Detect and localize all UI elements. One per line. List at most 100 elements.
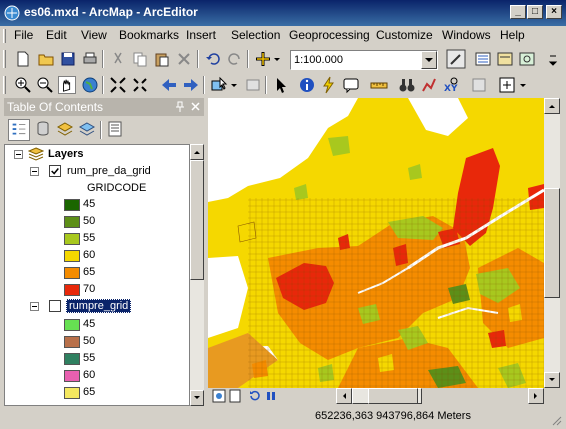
- map-display[interactable]: [208, 98, 544, 388]
- select-elements-arrow-icon[interactable]: [272, 76, 290, 94]
- redo-icon[interactable]: [226, 50, 244, 68]
- scroll-down-button[interactable]: [544, 372, 560, 388]
- menu-geoprocessing[interactable]: Geoprocessing: [289, 28, 370, 42]
- legend-swatch: [64, 387, 80, 399]
- map-vertical-scrollbar[interactable]: [544, 98, 560, 388]
- paste-icon[interactable]: [153, 50, 171, 68]
- zoom-in-icon[interactable]: [14, 76, 32, 94]
- menu-customize[interactable]: Customize: [376, 28, 433, 42]
- svg-text:XY: XY: [444, 84, 458, 94]
- clear-selection-icon[interactable]: [244, 76, 262, 94]
- scroll-down-button[interactable]: [190, 390, 204, 406]
- layer-name-rum-pre-da-grid[interactable]: rum_pre_da_grid: [67, 165, 151, 177]
- toolbar-grip[interactable]: [3, 50, 6, 68]
- toolbar-separator: [265, 76, 267, 94]
- scroll-right-button[interactable]: [528, 388, 544, 404]
- menu-file[interactable]: File: [14, 28, 33, 42]
- full-extent-globe-icon[interactable]: [81, 76, 99, 94]
- measure-ruler-icon[interactable]: [370, 76, 388, 94]
- zoom-out-icon[interactable]: [36, 76, 54, 94]
- refresh-icon[interactable]: [248, 389, 262, 403]
- find-route-icon[interactable]: [420, 76, 438, 94]
- collapse-layer-toggle[interactable]: [30, 302, 39, 311]
- scroll-up-button[interactable]: [190, 144, 204, 160]
- legend-label: 50: [83, 215, 96, 227]
- fixed-zoom-out-icon[interactable]: [131, 76, 149, 94]
- close-button[interactable]: ×: [546, 5, 562, 19]
- new-document-icon[interactable]: [14, 50, 32, 68]
- catalog-window-icon[interactable]: [496, 50, 514, 68]
- menu-view[interactable]: View: [81, 28, 107, 42]
- pause-drawing-icon[interactable]: [264, 389, 278, 403]
- go-to-xy-icon[interactable]: XY: [442, 76, 460, 94]
- menu-insert[interactable]: Insert: [186, 28, 216, 42]
- collapse-layer-toggle[interactable]: [30, 167, 39, 176]
- scroll-thumb[interactable]: [190, 160, 204, 280]
- resize-grip-icon[interactable]: [550, 414, 562, 426]
- scroll-up-button[interactable]: [544, 98, 560, 114]
- list-by-drawing-order-icon[interactable]: [8, 119, 30, 141]
- menu-help[interactable]: Help: [500, 28, 525, 42]
- legend-swatch: [64, 233, 80, 245]
- data-view-icon[interactable]: [212, 389, 226, 403]
- back-arrow-icon[interactable]: [160, 76, 178, 94]
- chevron-down-icon: [425, 58, 433, 62]
- delete-icon[interactable]: [175, 50, 193, 68]
- list-by-source-icon[interactable]: [34, 120, 52, 138]
- hyperlink-lightning-icon[interactable]: [320, 76, 338, 94]
- pin-icon[interactable]: [175, 101, 185, 113]
- horizontal-scroll-thumb[interactable]: [368, 388, 418, 404]
- close-icon[interactable]: [191, 102, 200, 111]
- layers-data-frame-label[interactable]: Layers: [48, 148, 83, 160]
- pan-hand-icon[interactable]: [58, 76, 76, 94]
- toc-layer-list: Layers rum_pre_da_grid GRIDCODE 45 50 55…: [4, 144, 190, 406]
- toc-options-icon[interactable]: [106, 120, 124, 138]
- toolbar-overflow-icon[interactable]: [548, 50, 558, 68]
- minimize-button[interactable]: _: [510, 5, 526, 19]
- forward-arrow-icon[interactable]: [182, 76, 200, 94]
- map-scale-combobox[interactable]: 1:100.000: [290, 50, 438, 70]
- menu-windows[interactable]: Windows: [442, 28, 491, 42]
- chevron-down-icon[interactable]: [272, 50, 282, 68]
- toolbar-separator: [102, 50, 104, 68]
- menu-selection[interactable]: Selection: [231, 28, 280, 42]
- search-window-icon[interactable]: [518, 50, 536, 68]
- html-popup-icon[interactable]: [342, 76, 360, 94]
- layer-visibility-checkbox[interactable]: [49, 300, 61, 312]
- menu-grip[interactable]: [3, 29, 6, 43]
- layer-visibility-checkbox[interactable]: [49, 165, 61, 177]
- chevron-down-icon[interactable]: [229, 76, 239, 94]
- table-of-contents-icon[interactable]: [474, 50, 492, 68]
- scroll-thumb[interactable]: [544, 188, 560, 298]
- create-viewer-window-icon[interactable]: [498, 76, 516, 94]
- legend-swatch: [64, 267, 80, 279]
- toolbar-grip[interactable]: [3, 76, 6, 94]
- status-bar: 652236,363 943796,864 Meters: [0, 406, 566, 429]
- legend-label: 60: [83, 369, 96, 381]
- scale-dropdown-button[interactable]: [421, 51, 437, 69]
- open-folder-icon[interactable]: [37, 50, 55, 68]
- list-by-selection-icon[interactable]: [78, 120, 96, 138]
- maximize-button[interactable]: □: [527, 5, 543, 19]
- menu-bookmarks[interactable]: Bookmarks: [119, 28, 179, 42]
- add-data-icon[interactable]: [254, 50, 272, 68]
- identify-icon[interactable]: [298, 76, 316, 94]
- chevron-down-icon[interactable]: [518, 76, 528, 94]
- layer-name-rumpre-grid-selected[interactable]: rumpre_grid: [66, 299, 132, 313]
- time-slider-icon[interactable]: [470, 76, 488, 94]
- fixed-zoom-in-icon[interactable]: [109, 76, 127, 94]
- collapse-layers-toggle[interactable]: [14, 150, 23, 159]
- list-by-visibility-icon[interactable]: [56, 120, 74, 138]
- toc-vertical-scrollbar[interactable]: [190, 144, 204, 406]
- copy-icon[interactable]: [131, 50, 149, 68]
- undo-icon[interactable]: [204, 50, 222, 68]
- cut-icon[interactable]: [109, 50, 127, 68]
- save-icon[interactable]: [59, 50, 77, 68]
- editor-toolbar-icon[interactable]: [446, 49, 466, 69]
- layout-view-icon[interactable]: [228, 389, 242, 403]
- select-features-icon[interactable]: [210, 76, 228, 94]
- find-binoculars-icon[interactable]: [398, 76, 416, 94]
- scroll-left-button[interactable]: [336, 388, 352, 404]
- print-icon[interactable]: [81, 50, 99, 68]
- menu-edit[interactable]: Edit: [46, 28, 67, 42]
